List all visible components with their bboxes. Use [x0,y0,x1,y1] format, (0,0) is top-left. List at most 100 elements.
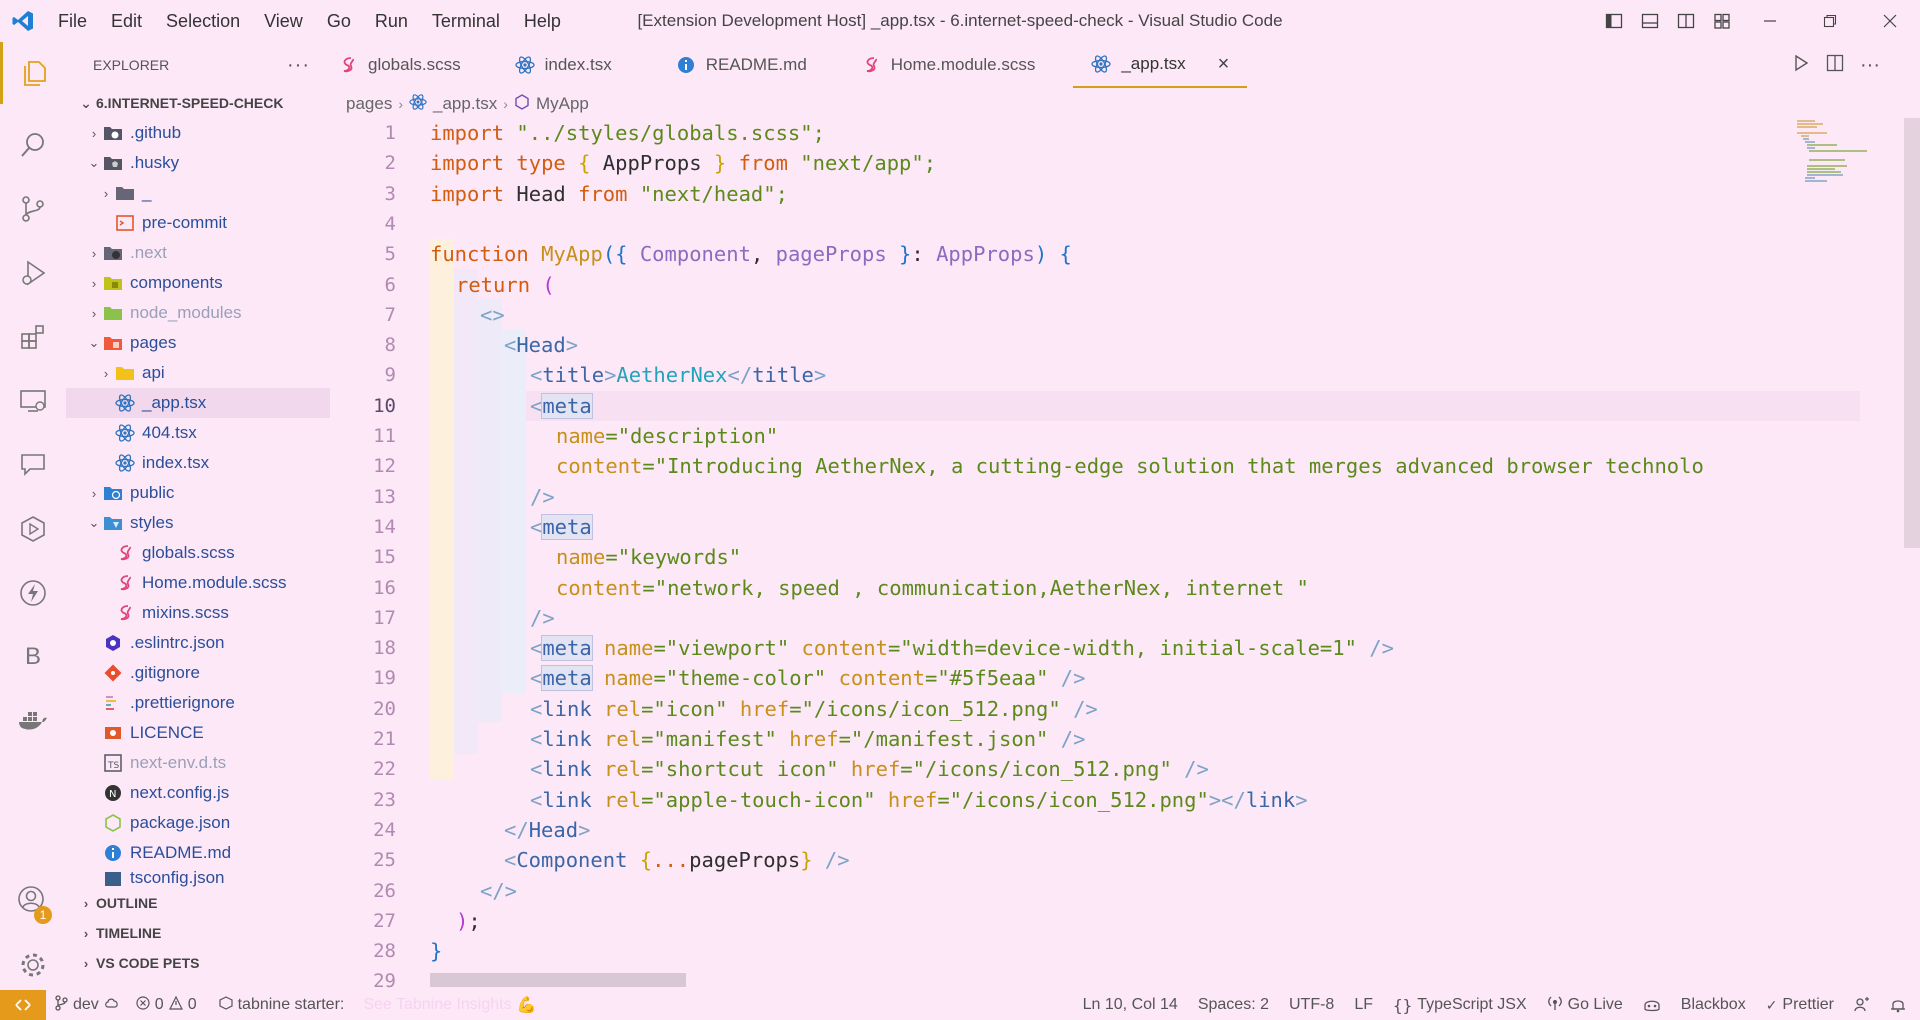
more-actions-icon[interactable]: ··· [287,54,310,77]
tree-file-next-config[interactable]: Nnext.config.js [66,778,330,808]
remote-indicator-icon[interactable] [0,990,46,1020]
menu-help[interactable]: Help [512,0,573,42]
thunder-client-icon[interactable] [0,562,66,624]
indentation[interactable]: Spaces: 2 [1188,996,1279,1014]
tree-file-readme[interactable]: README.md [66,838,330,868]
tree-file-index-tsx[interactable]: index.tsx [66,448,330,478]
horizontal-scrollbar[interactable] [430,973,686,987]
chat-icon[interactable] [0,434,66,496]
search-icon[interactable] [0,114,66,176]
toggle-primary-sidebar-icon[interactable] [1596,0,1632,42]
menu-file[interactable]: File [46,0,99,42]
menu-edit[interactable]: Edit [99,0,154,42]
menu-terminal[interactable]: Terminal [420,0,512,42]
problems-status[interactable]: 00 [128,995,205,1015]
breadcrumb-file[interactable]: _app.tsx [433,94,497,114]
line-number: 15 [373,546,396,569]
notifications-bell-icon[interactable] [1880,997,1920,1013]
menu-run[interactable]: Run [363,0,420,42]
section-outline[interactable]: › OUTLINE [66,888,330,918]
code-line-14: <meta [530,513,593,540]
more-actions-icon[interactable]: ··· [1860,54,1880,77]
close-window-icon[interactable] [1860,0,1920,42]
menu-go[interactable]: Go [315,0,363,42]
cursor-position[interactable]: Ln 10, Col 14 [1073,996,1188,1014]
b-icon[interactable]: B [0,626,66,688]
docker-icon[interactable] [0,690,66,752]
restore-icon[interactable] [1800,0,1860,42]
split-editor-icon[interactable] [1826,54,1844,77]
feedback-icon[interactable] [1844,997,1880,1013]
tree-file-prettierignore[interactable]: .prettierignore [66,688,330,718]
tree-file-licence[interactable]: LICENCE [66,718,330,748]
menu-view[interactable]: View [252,0,315,42]
tree-file-pre-commit[interactable]: pre-commit [66,208,330,238]
tabnine-status[interactable]: tabnine starter: See Tabnine Insights 💪 [205,995,545,1015]
breadcrumb-symbol[interactable]: MyApp [536,94,589,114]
code-line-10: <meta [530,392,593,419]
section-vscode-pets[interactable]: › VS CODE PETS [66,948,330,978]
tree-file-app-tsx[interactable]: _app.tsx [66,388,330,418]
tabnine-insights-link[interactable]: See Tabnine Insights [363,996,511,1014]
tree-folder-public[interactable]: › public [66,478,330,508]
tree-folder-api[interactable]: › api [66,358,330,388]
code-editor[interactable]: 1 2 3 4 5 6 7 8 9 10 11 12 13 14 15 16 17 18 19 20 21 22 23 24 2… [330,118,1920,992]
status-bar-right: Ln 10, Col 14 Spaces: 2 UTF-8 LF {} TypeS… [1073,990,1920,1020]
customize-layout-icon[interactable] [1704,0,1740,42]
toggle-secondary-sidebar-icon[interactable] [1668,0,1704,42]
language-mode[interactable]: {} TypeScript JSX [1383,996,1537,1015]
tab-readme[interactable]: README.md [658,42,825,88]
tree-folder-underscore[interactable]: › _ [66,178,330,208]
tree-folder-pages[interactable]: ⌄ pages [66,328,330,358]
tree-file-next-env[interactable]: TS next-env.d.ts [66,748,330,778]
tree-file-mixins-scss[interactable]: mixins.scss [66,598,330,628]
tree-folder-next[interactable]: › .next [66,238,330,268]
accounts-icon[interactable]: 1 [0,870,66,932]
line-number: 17 [373,606,396,629]
tree-file-404-tsx[interactable]: 404.tsx [66,418,330,448]
run-icon[interactable] [1792,54,1810,77]
tree-folder-github[interactable]: › .github [66,118,330,148]
tree-file-tsconfig[interactable]: tsconfig.json [66,868,330,888]
go-live[interactable]: Go Live [1537,995,1633,1016]
dev-containers-icon[interactable] [0,498,66,560]
remote-explorer-icon[interactable] [0,370,66,432]
tree-file-eslintrc[interactable]: .eslintrc.json [66,628,330,658]
minimap[interactable] [1797,118,1867,188]
tree-file-gitignore[interactable]: .gitignore [66,658,330,688]
breadcrumb-pages[interactable]: pages [346,94,392,114]
extensions-icon[interactable] [0,306,66,368]
explorer-sidebar: EXPLORER ··· ⌄ 6.INTERNET-SPEED-CHECK ›.… [66,42,330,990]
blackbox[interactable]: Blackbox [1671,996,1756,1014]
tree-file-globals-scss[interactable]: globals.scss [66,538,330,568]
tree-folder-husky[interactable]: ⌄ .husky [66,148,330,178]
tab-index-tsx[interactable]: index.tsx [497,42,630,88]
end-of-line[interactable]: LF [1344,996,1383,1014]
source-control-icon[interactable] [0,178,66,240]
settings-gear-icon[interactable] [0,934,66,996]
minimize-icon[interactable] [1740,0,1800,42]
sync-icon[interactable] [104,996,120,1015]
tree-folder-components[interactable]: › components [66,268,330,298]
tab-globals-scss[interactable]: globals.scss [330,42,479,88]
vertical-scrollbar[interactable] [1904,118,1920,548]
encoding[interactable]: UTF-8 [1279,996,1344,1014]
api-folder-icon [114,362,136,384]
tree-folder-node-modules[interactable]: › node_modules [66,298,330,328]
copilot-icon[interactable] [1633,997,1671,1013]
tree-file-home-module-scss[interactable]: Home.module.scss [66,568,330,598]
workspace-root[interactable]: ⌄ 6.INTERNET-SPEED-CHECK [66,88,330,118]
branch-status[interactable]: dev [46,994,128,1016]
run-debug-icon[interactable] [0,242,66,304]
tab-app-tsx[interactable]: _app.tsx × [1073,42,1248,88]
tree-file-package-json[interactable]: package.json [66,808,330,838]
tree-item-label: public [130,483,175,502]
section-timeline[interactable]: › TIMELINE [66,918,330,948]
toggle-panel-icon[interactable] [1632,0,1668,42]
menu-selection[interactable]: Selection [154,0,252,42]
prettier[interactable]: ✓ Prettier [1756,996,1844,1014]
explorer-icon[interactable] [0,42,66,104]
tab-home-module-scss[interactable]: Home.module.scss [843,42,1054,88]
tree-folder-styles[interactable]: ⌄ styles [66,508,330,538]
close-tab-icon[interactable]: × [1218,53,1230,76]
